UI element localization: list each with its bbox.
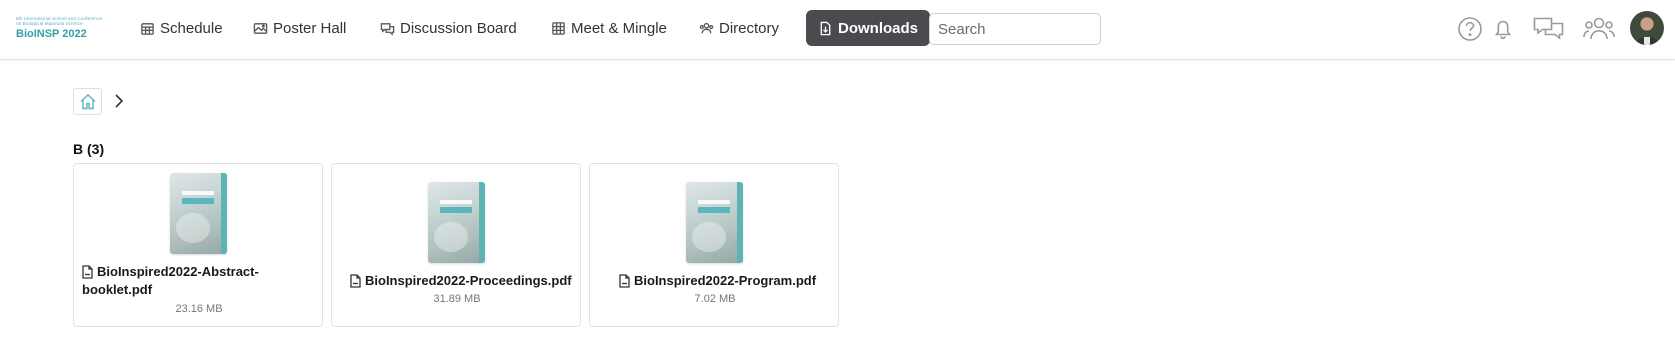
section-heading: B (3) [73,141,105,157]
chat-bubbles-icon [1533,17,1564,40]
image-icon [253,22,268,34]
people-group-icon [1583,17,1615,40]
nav-schedule[interactable]: Schedule [140,10,223,46]
nav-directory[interactable]: Directory [699,10,779,46]
attendees-button[interactable] [1582,12,1616,46]
nav-poster-hall-label: Poster Hall [273,19,347,37]
nav-discussion-board[interactable]: Discussion Board [380,10,517,46]
search-input[interactable] [929,13,1101,45]
grid-calendar-icon [552,21,565,35]
file-thumbnail [428,182,485,263]
chevron-right-icon [115,94,124,108]
file-card[interactable]: BioInspired2022-Proceedings.pdf 31.89 MB [331,163,581,327]
breadcrumb-separator [112,92,126,115]
notifications-button[interactable] [1486,12,1520,46]
file-size: 31.89 MB [433,293,481,305]
nav-meet-mingle[interactable]: Meet & Mingle [551,10,667,46]
file-name-line2: booklet.pdf [82,282,153,297]
logo-title: BioINSP 2022 [16,27,87,40]
file-card[interactable]: BioInspired2022-Program.pdf 7.02 MB [589,163,839,327]
download-file-icon [820,21,831,35]
file-thumbnail [170,173,227,254]
file-name[interactable]: BioInspired2022-Abstract- booklet.pdf [82,263,312,299]
file-thumbnail [686,182,743,263]
user-avatar[interactable] [1630,11,1664,45]
file-size: 23.16 MB [175,303,223,315]
pdf-file-icon [350,274,361,293]
nav-directory-label: Directory [719,19,780,37]
file-name[interactable]: BioInspired2022-Proceedings.pdf [350,272,572,293]
nav-meet-mingle-label: Meet & Mingle [571,19,667,37]
file-name-line1: BioInspired2022-Abstract- [97,264,259,279]
pdf-file-icon [619,274,630,293]
home-icon [79,93,96,110]
file-name-label: BioInspired2022-Program.pdf [634,273,817,288]
avatar-collar [1644,37,1650,45]
file-name[interactable]: BioInspired2022-Program.pdf [619,272,816,293]
breadcrumb-home-button[interactable] [73,88,102,115]
nav-schedule-label: Schedule [160,19,223,37]
calendar-icon [141,22,154,35]
question-circle-icon [1458,17,1482,41]
nav-downloads-label: Downloads [838,19,919,37]
nav-poster-hall[interactable]: Poster Hall [253,10,346,46]
people-icon [699,22,714,33]
help-button[interactable] [1453,12,1487,46]
bell-icon [1494,20,1512,40]
messages-button[interactable] [1532,12,1566,46]
nav-discussion-board-label: Discussion Board [400,19,517,37]
logo-subtitle-line2: on Biological Materials Science [16,21,83,27]
chat-icon [380,22,395,35]
file-card[interactable]: BioInspired2022-Abstract- booklet.pdf 23… [73,163,323,327]
file-size: 7.02 MB [694,293,736,305]
top-navigation-bar: 6th International School and Conference … [0,0,1675,60]
nav-downloads[interactable]: Downloads [806,10,931,46]
conference-logo[interactable]: 6th International School and Conference … [16,16,116,42]
file-name-label: BioInspired2022-Proceedings.pdf [365,273,572,288]
